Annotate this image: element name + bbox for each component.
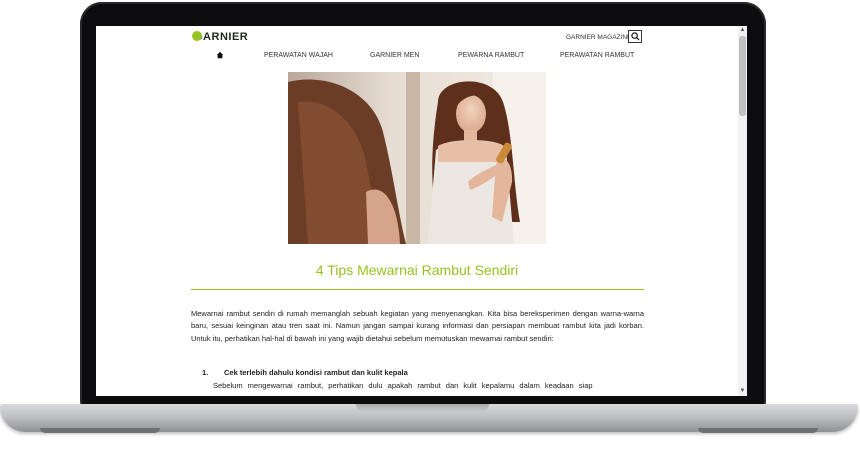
step-number: 1. [202, 368, 209, 377]
laptop-foot-right [698, 428, 818, 433]
step-heading: Cek terlebih dahulu kondisi rambut dan k… [224, 368, 408, 377]
woman-mirror-photo [288, 72, 546, 244]
scroll-down-arrow-icon[interactable]: ▼ [738, 387, 747, 396]
vertical-scrollbar[interactable]: ▲ ▼ [738, 26, 747, 396]
scroll-up-arrow-icon[interactable]: ▲ [738, 26, 747, 35]
scroll-thumb[interactable] [739, 36, 746, 116]
browser-viewport: GARNIER GARNIER MAGAZINE PERAWATAN WAJAH… [96, 26, 747, 396]
garnier-logo[interactable]: GARNIER [192, 31, 248, 43]
main-nav: PERAWATAN WAJAH GARNIER MEN PEWARNA RAMB… [96, 51, 738, 64]
nav-item-perawatan-wajah[interactable]: PERAWATAN WAJAH [264, 52, 333, 59]
step-body: Sebelum mengewarnai rambut, perhatikan d… [213, 381, 593, 390]
nav-item-garnier-men[interactable]: GARNIER MEN [370, 52, 419, 59]
garnier-magazine-link[interactable]: GARNIER MAGAZINE [566, 34, 631, 41]
logo-text: GARNIER [194, 31, 249, 43]
search-icon [631, 32, 640, 41]
nav-item-perawatan-rambut[interactable]: PERAWATAN RAMBUT [560, 52, 634, 59]
article-intro: Mewarnai rambut sendiri di rumah memangl… [191, 309, 644, 343]
search-button[interactable] [628, 30, 642, 43]
article-title: 4 Tips Mewarnai Rambut Sendiri [315, 262, 519, 278]
title-divider [191, 289, 644, 290]
home-icon[interactable] [216, 51, 224, 59]
nav-item-pewarna-rambut[interactable]: PEWARNA RAMBUT [458, 52, 524, 59]
article-hero-image [288, 72, 546, 244]
laptop-lid-notch [356, 404, 489, 412]
laptop-foot-left [40, 428, 160, 433]
